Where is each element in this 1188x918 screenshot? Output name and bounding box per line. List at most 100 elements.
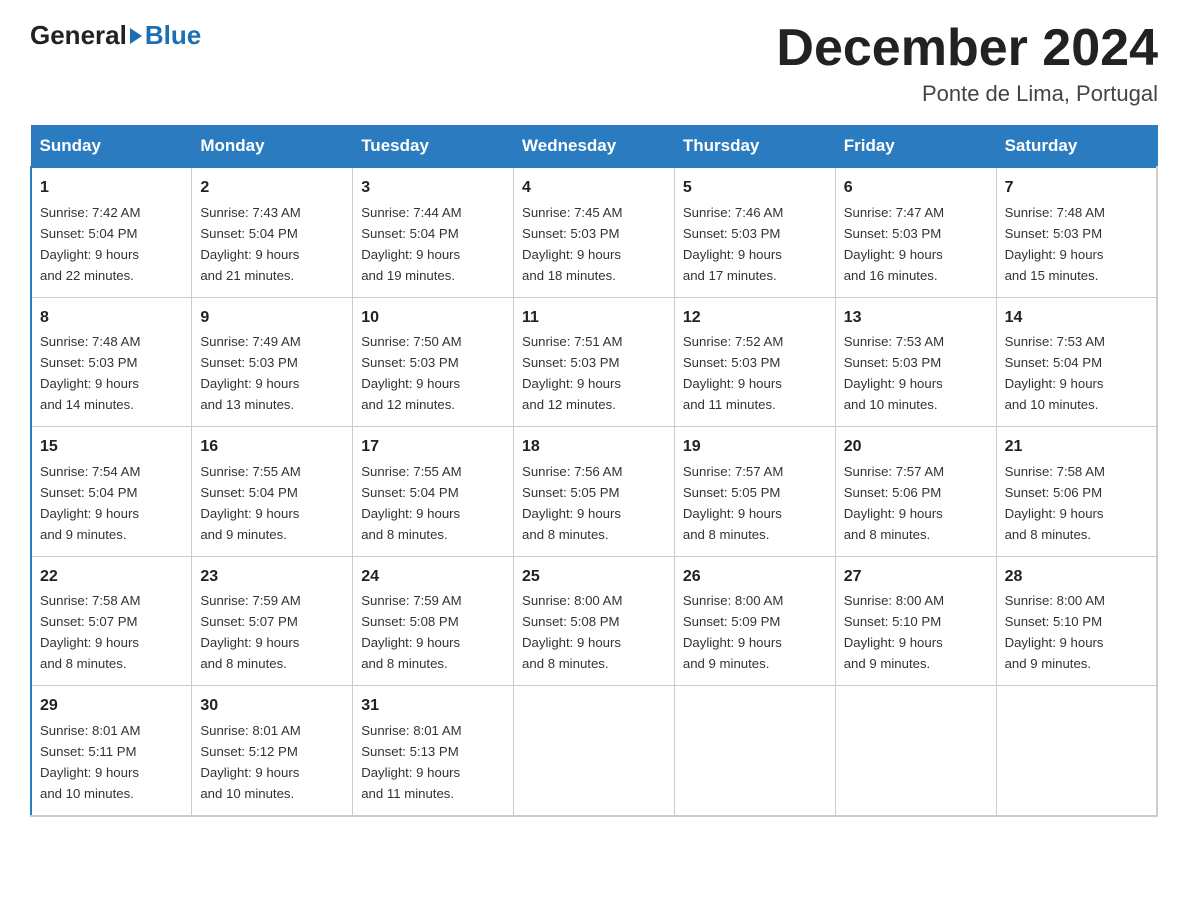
page-header: General Blue December 2024 Ponte de Lima…: [30, 20, 1158, 107]
day-info: Sunrise: 7:57 AMSunset: 5:05 PMDaylight:…: [683, 464, 783, 542]
logo: General Blue: [30, 20, 201, 51]
day-number: 21: [1005, 435, 1148, 460]
day-info: Sunrise: 7:43 AMSunset: 5:04 PMDaylight:…: [200, 205, 300, 283]
day-number: 23: [200, 565, 344, 590]
day-info: Sunrise: 7:55 AMSunset: 5:04 PMDaylight:…: [200, 464, 300, 542]
calendar-day-cell: 30Sunrise: 8:01 AMSunset: 5:12 PMDayligh…: [192, 686, 353, 816]
day-info: Sunrise: 7:49 AMSunset: 5:03 PMDaylight:…: [200, 334, 300, 412]
day-info: Sunrise: 8:00 AMSunset: 5:08 PMDaylight:…: [522, 593, 622, 671]
day-number: 16: [200, 435, 344, 460]
day-of-week-header: Monday: [192, 126, 353, 168]
day-number: 4: [522, 176, 666, 201]
logo-triangle-icon: [130, 28, 142, 44]
day-info: Sunrise: 8:01 AMSunset: 5:11 PMDaylight:…: [40, 723, 140, 801]
title-area: December 2024 Ponte de Lima, Portugal: [776, 20, 1158, 107]
day-number: 17: [361, 435, 505, 460]
calendar-day-cell: 27Sunrise: 8:00 AMSunset: 5:10 PMDayligh…: [835, 556, 996, 685]
calendar-day-cell: 5 Sunrise: 7:46 AMSunset: 5:03 PMDaylight…: [674, 167, 835, 297]
calendar-day-cell: 8 Sunrise: 7:48 AMSunset: 5:03 PMDaylight…: [31, 297, 192, 426]
day-number: 19: [683, 435, 827, 460]
day-number: 8: [40, 306, 183, 331]
logo-blue-text: Blue: [145, 20, 201, 51]
day-number: 26: [683, 565, 827, 590]
calendar-day-cell: 19 Sunrise: 7:57 AMSunset: 5:05 PMDayligh…: [674, 427, 835, 556]
day-info: Sunrise: 8:00 AMSunset: 5:10 PMDaylight:…: [844, 593, 944, 671]
calendar-day-cell: 24Sunrise: 7:59 AMSunset: 5:08 PMDayligh…: [353, 556, 514, 685]
calendar-day-cell: 28Sunrise: 8:00 AMSunset: 5:10 PMDayligh…: [996, 556, 1157, 685]
calendar-day-cell: 17 Sunrise: 7:55 AMSunset: 5:04 PMDayligh…: [353, 427, 514, 556]
day-info: Sunrise: 7:47 AMSunset: 5:03 PMDaylight:…: [844, 205, 944, 283]
calendar-day-cell: 4Sunrise: 7:45 AMSunset: 5:03 PMDaylight…: [514, 167, 675, 297]
calendar-day-cell: 2 Sunrise: 7:43 AMSunset: 5:04 PMDaylight…: [192, 167, 353, 297]
calendar-day-cell: 11 Sunrise: 7:51 AMSunset: 5:03 PMDayligh…: [514, 297, 675, 426]
day-info: Sunrise: 7:59 AMSunset: 5:07 PMDaylight:…: [200, 593, 300, 671]
calendar-day-cell: [514, 686, 675, 816]
day-info: Sunrise: 7:56 AMSunset: 5:05 PMDaylight:…: [522, 464, 622, 542]
calendar-day-cell: [674, 686, 835, 816]
calendar-day-cell: 23 Sunrise: 7:59 AMSunset: 5:07 PMDayligh…: [192, 556, 353, 685]
calendar-day-cell: 25 Sunrise: 8:00 AMSunset: 5:08 PMDayligh…: [514, 556, 675, 685]
day-number: 10: [361, 306, 505, 331]
day-number: 22: [40, 565, 183, 590]
location: Ponte de Lima, Portugal: [776, 81, 1158, 107]
calendar-week-row: 29 Sunrise: 8:01 AMSunset: 5:11 PMDayligh…: [31, 686, 1157, 816]
day-number: 25: [522, 565, 666, 590]
day-number: 11: [522, 306, 666, 331]
day-info: Sunrise: 7:48 AMSunset: 5:03 PMDaylight:…: [40, 334, 140, 412]
day-info: Sunrise: 7:57 AMSunset: 5:06 PMDaylight:…: [844, 464, 944, 542]
logo-general-text: General: [30, 20, 127, 51]
calendar-week-row: 8 Sunrise: 7:48 AMSunset: 5:03 PMDaylight…: [31, 297, 1157, 426]
calendar-week-row: 22 Sunrise: 7:58 AMSunset: 5:07 PMDayligh…: [31, 556, 1157, 685]
day-number: 6: [844, 176, 988, 201]
day-info: Sunrise: 7:53 AMSunset: 5:03 PMDaylight:…: [844, 334, 944, 412]
calendar-day-cell: 21 Sunrise: 7:58 AMSunset: 5:06 PMDayligh…: [996, 427, 1157, 556]
day-of-week-header: Saturday: [996, 126, 1157, 168]
day-number: 12: [683, 306, 827, 331]
day-info: Sunrise: 7:58 AMSunset: 5:07 PMDaylight:…: [40, 593, 140, 671]
day-of-week-header: Friday: [835, 126, 996, 168]
month-title: December 2024: [776, 20, 1158, 77]
calendar-day-cell: 12 Sunrise: 7:52 AMSunset: 5:03 PMDayligh…: [674, 297, 835, 426]
calendar-day-cell: 31Sunrise: 8:01 AMSunset: 5:13 PMDayligh…: [353, 686, 514, 816]
calendar-day-cell: 14 Sunrise: 7:53 AMSunset: 5:04 PMDayligh…: [996, 297, 1157, 426]
calendar-day-cell: 10 Sunrise: 7:50 AMSunset: 5:03 PMDayligh…: [353, 297, 514, 426]
calendar-day-cell: 29 Sunrise: 8:01 AMSunset: 5:11 PMDayligh…: [31, 686, 192, 816]
day-number: 5: [683, 176, 827, 201]
calendar-day-cell: 3Sunrise: 7:44 AMSunset: 5:04 PMDaylight…: [353, 167, 514, 297]
day-info: Sunrise: 7:53 AMSunset: 5:04 PMDaylight:…: [1005, 334, 1105, 412]
day-number: 18: [522, 435, 666, 460]
calendar-day-cell: 18 Sunrise: 7:56 AMSunset: 5:05 PMDayligh…: [514, 427, 675, 556]
day-info: Sunrise: 8:00 AMSunset: 5:09 PMDaylight:…: [683, 593, 783, 671]
day-info: Sunrise: 7:52 AMSunset: 5:03 PMDaylight:…: [683, 334, 783, 412]
day-number: 15: [40, 435, 183, 460]
day-number: 30: [200, 694, 344, 719]
day-number: 7: [1005, 176, 1148, 201]
day-info: Sunrise: 7:51 AMSunset: 5:03 PMDaylight:…: [522, 334, 622, 412]
day-number: 14: [1005, 306, 1148, 331]
day-info: Sunrise: 7:46 AMSunset: 5:03 PMDaylight:…: [683, 205, 783, 283]
day-info: Sunrise: 7:55 AMSunset: 5:04 PMDaylight:…: [361, 464, 461, 542]
day-info: Sunrise: 7:44 AMSunset: 5:04 PMDaylight:…: [361, 205, 461, 283]
day-info: Sunrise: 7:50 AMSunset: 5:03 PMDaylight:…: [361, 334, 461, 412]
day-info: Sunrise: 8:01 AMSunset: 5:13 PMDaylight:…: [361, 723, 461, 801]
day-of-week-header: Sunday: [31, 126, 192, 168]
calendar-day-cell: 1Sunrise: 7:42 AMSunset: 5:04 PMDaylight…: [31, 167, 192, 297]
calendar-week-row: 15 Sunrise: 7:54 AMSunset: 5:04 PMDayligh…: [31, 427, 1157, 556]
calendar-day-cell: 6 Sunrise: 7:47 AMSunset: 5:03 PMDaylight…: [835, 167, 996, 297]
day-number: 20: [844, 435, 988, 460]
calendar-day-cell: 13Sunrise: 7:53 AMSunset: 5:03 PMDayligh…: [835, 297, 996, 426]
day-info: Sunrise: 7:58 AMSunset: 5:06 PMDaylight:…: [1005, 464, 1105, 542]
day-info: Sunrise: 7:54 AMSunset: 5:04 PMDaylight:…: [40, 464, 140, 542]
calendar-week-row: 1Sunrise: 7:42 AMSunset: 5:04 PMDaylight…: [31, 167, 1157, 297]
calendar-table: SundayMondayTuesdayWednesdayThursdayFrid…: [30, 125, 1158, 816]
calendar-day-cell: 26 Sunrise: 8:00 AMSunset: 5:09 PMDayligh…: [674, 556, 835, 685]
day-number: 29: [40, 694, 183, 719]
calendar-day-cell: [835, 686, 996, 816]
calendar-day-cell: 22 Sunrise: 7:58 AMSunset: 5:07 PMDayligh…: [31, 556, 192, 685]
calendar-day-cell: 16 Sunrise: 7:55 AMSunset: 5:04 PMDayligh…: [192, 427, 353, 556]
day-of-week-header: Thursday: [674, 126, 835, 168]
calendar-day-cell: 20 Sunrise: 7:57 AMSunset: 5:06 PMDayligh…: [835, 427, 996, 556]
day-number: 1: [40, 176, 183, 201]
day-number: 24: [361, 565, 505, 590]
day-number: 2: [200, 176, 344, 201]
